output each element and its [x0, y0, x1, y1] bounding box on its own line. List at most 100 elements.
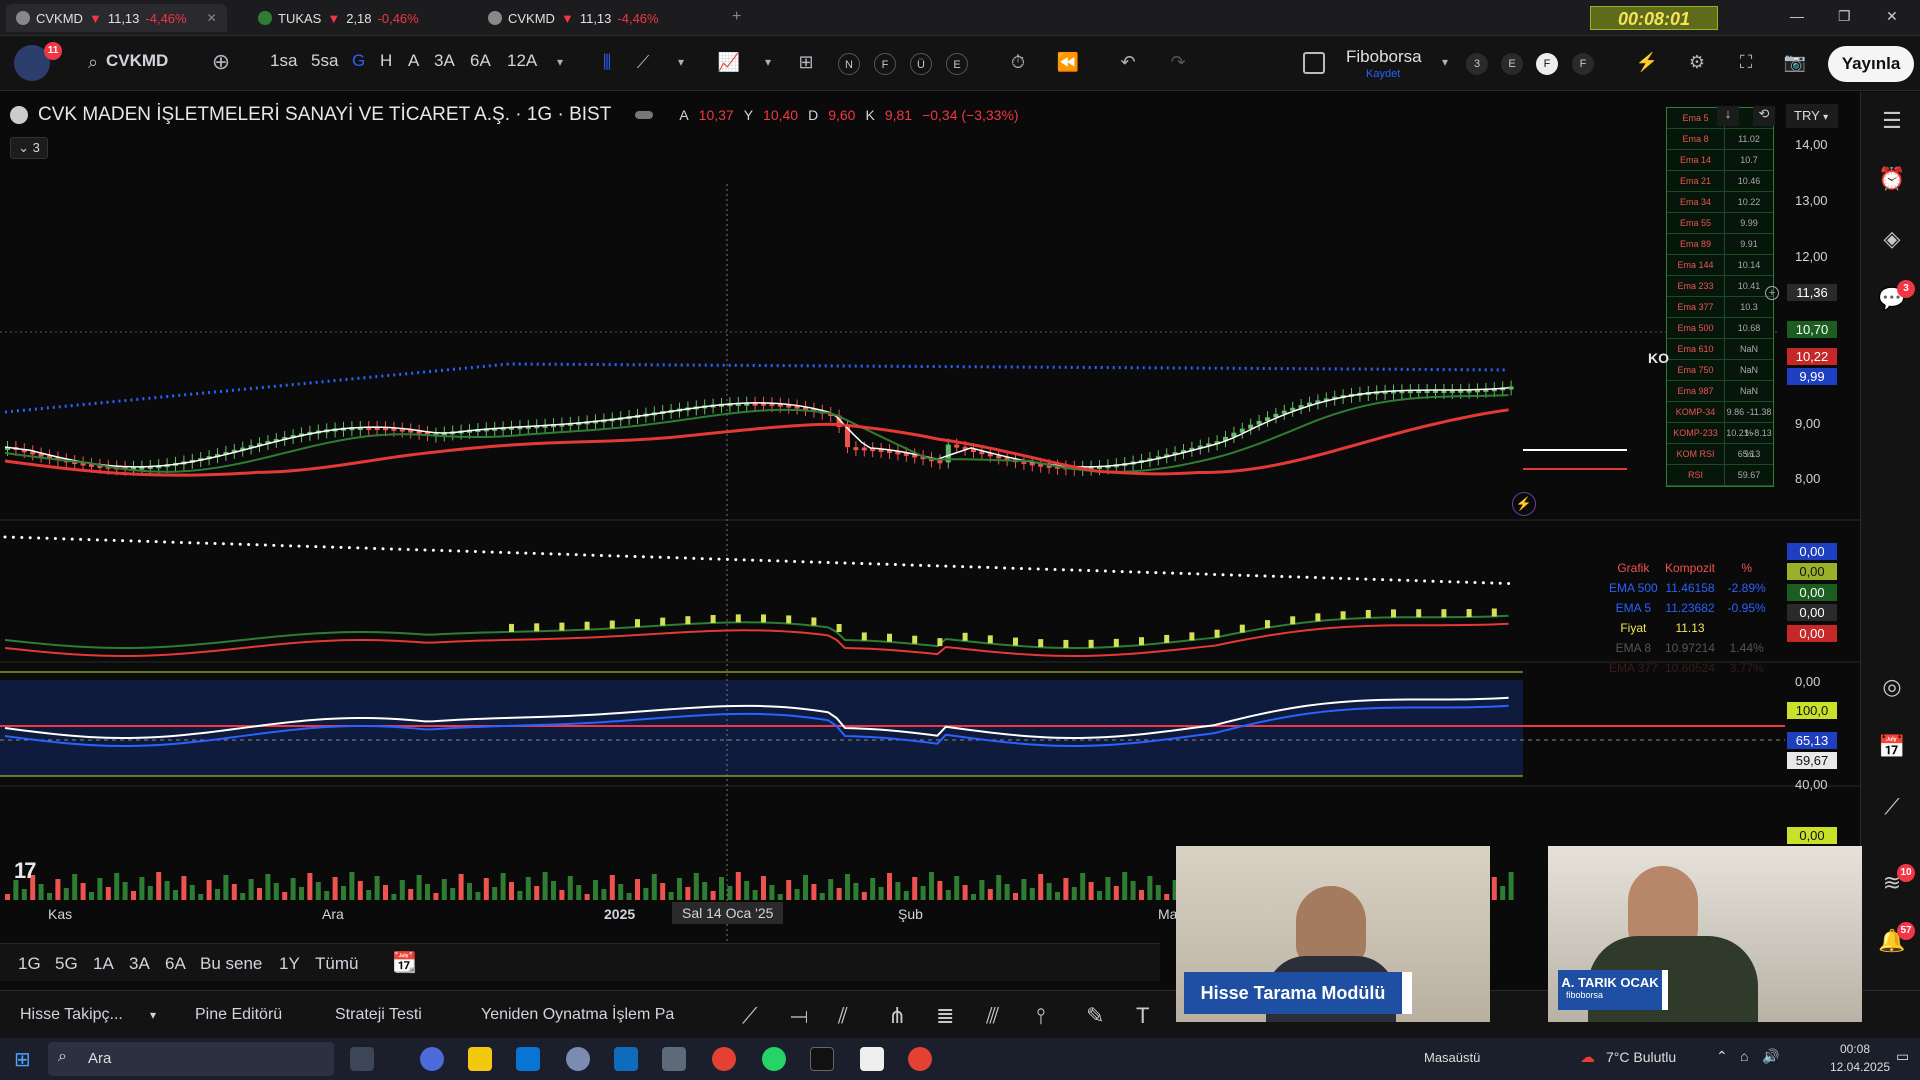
- chart-canvas[interactable]: [0, 92, 1860, 942]
- symbol-search[interactable]: CVKMD: [106, 51, 168, 71]
- target-icon[interactable]: ◎: [1877, 674, 1907, 704]
- tray-chevron-icon[interactable]: ⌃: [1716, 1048, 1728, 1065]
- alerts-icon[interactable]: ⏰: [1877, 166, 1907, 196]
- chevron-down-icon[interactable]: ▾: [1432, 49, 1458, 75]
- fib-retracement-icon[interactable]: ≣: [936, 1003, 954, 1029]
- notification-center-icon[interactable]: ▭: [1896, 1048, 1909, 1065]
- tab-strateji-testi[interactable]: Strateji Testi: [335, 1006, 422, 1024]
- pitchfork-icon[interactable]: ⋔: [888, 1003, 906, 1029]
- chart-area[interactable]: [0, 92, 1860, 942]
- settings-icon[interactable]: ⚙: [1684, 49, 1710, 75]
- close-window-icon[interactable]: ✕: [1886, 8, 1898, 25]
- layout-checkbox[interactable]: [1303, 52, 1325, 74]
- taskbar-search[interactable]: ⌕ Ara: [48, 1042, 334, 1076]
- tradingview-logo[interactable]: 17: [14, 858, 37, 884]
- range-1g[interactable]: 1G: [18, 954, 41, 974]
- layout-name[interactable]: Fiboborsa: [1346, 47, 1422, 67]
- tab-cvkmd-2[interactable]: CVKMD ▼ 11,13 -4,46%: [478, 4, 669, 32]
- tab-close-icon[interactable]: ✕: [207, 11, 217, 25]
- tradingview-taskbar-icon[interactable]: [810, 1047, 834, 1071]
- scroll-down-icon[interactable]: ↓: [1717, 106, 1739, 126]
- range-bu-sene[interactable]: Bu sene: [200, 954, 262, 974]
- whatsapp-icon[interactable]: [762, 1047, 786, 1071]
- horizontal-line-icon[interactable]: ⟞: [790, 1003, 808, 1029]
- task-view-icon[interactable]: [350, 1047, 374, 1071]
- redo-icon[interactable]: ↷: [1165, 49, 1191, 75]
- circle-btn-f2[interactable]: F: [1572, 53, 1594, 75]
- calculator-icon[interactable]: [662, 1047, 686, 1071]
- compare-add-icon[interactable]: ⊕: [208, 49, 234, 75]
- taskbar-time[interactable]: 00:08: [1840, 1042, 1870, 1056]
- event-marker-icon[interactable]: ⚡: [1512, 492, 1536, 516]
- chevron-down-icon[interactable]: ▾: [668, 49, 694, 75]
- chevron-down-icon[interactable]: ▾: [755, 49, 781, 75]
- tab-tukas[interactable]: TUKAS ▼ 2,18 -0,46%: [248, 4, 429, 32]
- letter-f-button[interactable]: F: [874, 53, 896, 75]
- m-app-icon[interactable]: [860, 1047, 884, 1071]
- sticky-notes-icon[interactable]: [468, 1047, 492, 1071]
- range-5g[interactable]: 5G: [55, 954, 78, 974]
- interval-1sa[interactable]: 1sa: [270, 51, 297, 71]
- text-icon[interactable]: T: [1136, 1003, 1149, 1029]
- range-1y[interactable]: 1Y: [279, 954, 300, 974]
- undo-icon[interactable]: ↶: [1115, 49, 1141, 75]
- letter-n-button[interactable]: N: [838, 53, 860, 75]
- copilot-icon[interactable]: [420, 1047, 444, 1071]
- tab-hisse-takip[interactable]: Hisse Takipç...: [20, 1006, 123, 1024]
- quick-search-icon[interactable]: ⚡: [1634, 49, 1660, 75]
- line-chart-icon[interactable]: ⟋: [630, 49, 656, 75]
- search-icon[interactable]: ⌕: [80, 49, 106, 75]
- parallel-channel-icon[interactable]: ⫽: [838, 1003, 848, 1029]
- layout-save[interactable]: Kaydet: [1366, 68, 1400, 80]
- circle-btn-f[interactable]: F: [1536, 53, 1558, 75]
- circle-btn-3[interactable]: 3: [1466, 53, 1488, 75]
- drawing-icon[interactable]: ⟋: [1877, 794, 1907, 824]
- app-icon[interactable]: [566, 1047, 590, 1071]
- tab-pine-editor[interactable]: Pine Editörü: [195, 1006, 282, 1024]
- interval-g[interactable]: G: [352, 51, 365, 71]
- chart-title[interactable]: CVK MADEN İŞLETMELERİ SANAYİ VE TİCARET …: [38, 104, 611, 126]
- chrome-icon-2[interactable]: [908, 1047, 932, 1071]
- camera-icon[interactable]: 📷: [1782, 49, 1808, 75]
- refresh-icon[interactable]: ⟲: [1753, 106, 1775, 126]
- interval-h[interactable]: H: [380, 51, 392, 71]
- indicator-collapse-button[interactable]: ⌄ 3: [10, 137, 48, 159]
- tab-cvkmd[interactable]: CVKMD ▼ 11,13 -4,46% ✕: [6, 4, 227, 32]
- price-range-icon[interactable]: ⫯: [1036, 1003, 1046, 1029]
- interval-12a[interactable]: 12A: [507, 51, 537, 71]
- range-1a[interactable]: 1A: [93, 954, 114, 974]
- brush-icon[interactable]: ✎: [1086, 1003, 1104, 1029]
- letter-u-button[interactable]: Ü: [910, 53, 932, 75]
- date-range-icon[interactable]: 📆: [392, 950, 417, 975]
- chevron-down-icon[interactable]: ▾: [547, 49, 573, 75]
- weather-text[interactable]: 7°C Bulutlu: [1606, 1049, 1676, 1065]
- windows-start-icon[interactable]: ⊞: [14, 1047, 31, 1072]
- candles-icon[interactable]: ⫼: [594, 49, 620, 75]
- trendline-icon[interactable]: ⟋: [742, 1003, 757, 1029]
- minimize-icon[interactable]: —: [1790, 8, 1804, 24]
- outlook-icon[interactable]: [614, 1047, 638, 1071]
- network-icon[interactable]: ⌂: [1740, 1048, 1748, 1064]
- taskbar-date[interactable]: 12.04.2025: [1830, 1060, 1890, 1074]
- tab-yeniden-oynatma[interactable]: Yeniden Oynatma İşlem Pa: [481, 1006, 674, 1024]
- desktop-label[interactable]: Masaüstü: [1424, 1050, 1480, 1065]
- fullscreen-icon[interactable]: ⛶: [1733, 49, 1759, 75]
- interval-5sa[interactable]: 5sa: [311, 51, 338, 71]
- range-tumu[interactable]: Tümü: [315, 954, 358, 974]
- layers-icon[interactable]: ◈: [1877, 226, 1907, 256]
- chrome-icon[interactable]: [712, 1047, 736, 1071]
- add-alert-icon[interactable]: +: [1765, 286, 1779, 300]
- range-3a[interactable]: 3A: [129, 954, 150, 974]
- chevron-down-icon[interactable]: ▾: [150, 1008, 156, 1022]
- range-6a[interactable]: 6A: [165, 954, 186, 974]
- publish-button[interactable]: Yayınla: [1828, 46, 1914, 82]
- calendar-icon[interactable]: 📅: [1877, 734, 1907, 764]
- watchlist-icon[interactable]: ☰: [1877, 108, 1907, 138]
- interval-6a[interactable]: 6A: [470, 51, 491, 71]
- interval-a[interactable]: A: [408, 51, 419, 71]
- interval-3a[interactable]: 3A: [434, 51, 455, 71]
- currency-select[interactable]: TRY ▾: [1786, 104, 1838, 128]
- fib-channel-icon[interactable]: ⫻: [986, 1003, 999, 1029]
- letter-e-button[interactable]: E: [946, 53, 968, 75]
- alert-clock-icon[interactable]: ⏱: [1005, 49, 1031, 75]
